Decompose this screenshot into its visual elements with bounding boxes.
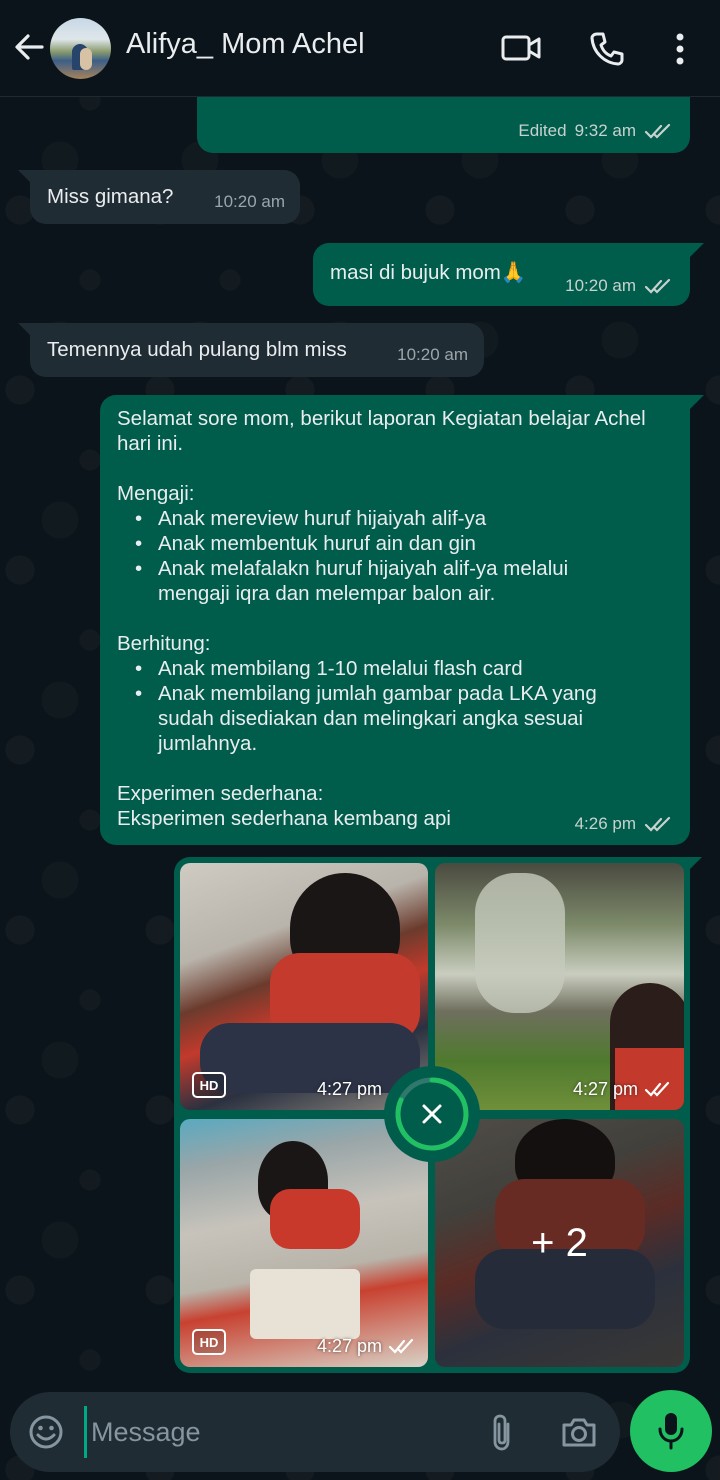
hd-badge: HD <box>192 1072 226 1098</box>
bubble-tail <box>690 395 704 409</box>
message-time: 4:26 pm <box>574 814 636 833</box>
report-section-title: Berhitung: <box>117 632 211 655</box>
report-list: Anak membilang 1-10 melalui flash card A… <box>117 656 657 756</box>
message-meta: 4:26 pm <box>575 811 674 836</box>
photo-time: 4:27 pm <box>316 1336 382 1356</box>
photo-time: 4:27 pm <box>316 1079 382 1099</box>
list-item: Anak melafalakn huruf hijaiyah alif-ya m… <box>135 556 615 606</box>
header-overlay: Alifya_ Mom Achel <box>0 0 720 97</box>
report-intro: Selamat sore mom, berikut laporan Kegiat… <box>117 407 646 455</box>
message-meta: 10:20 am <box>214 189 285 214</box>
message-time: 10:20 am <box>214 192 285 211</box>
message-bubble-incoming[interactable]: Miss gimana? 10:20 am <box>30 170 300 224</box>
message-text: Miss gimana? <box>47 185 174 208</box>
contact-name[interactable]: Alifya_ Mom Achel <box>126 28 365 61</box>
edited-label: Edited <box>518 121 567 140</box>
message-time: 10:20 am <box>397 345 468 364</box>
message-meta: 10:20 am <box>397 342 468 367</box>
hd-badge: HD <box>192 1329 226 1355</box>
message-bubble-incoming[interactable]: Temennya udah pulang blm miss 10:20 am <box>30 323 484 377</box>
camera-icon[interactable] <box>560 1414 598 1450</box>
cancel-upload-button[interactable] <box>384 1066 480 1162</box>
list-item: Anak membilang 1-10 melalui flash card <box>135 656 657 681</box>
list-item: Anak membentuk huruf ain dan gin <box>135 531 657 556</box>
double-check-icon <box>644 816 671 832</box>
photo-subject <box>200 1023 420 1093</box>
close-icon <box>422 1104 442 1124</box>
message-text: masi di bujuk mom🙏 <box>330 261 527 284</box>
double-check-icon <box>644 1081 670 1097</box>
photo-subject <box>475 873 565 1013</box>
more-options-icon[interactable] <box>668 30 692 68</box>
message-bubble-outgoing[interactable]: masi di bujuk mom🙏 10:20 am <box>313 243 690 306</box>
back-arrow-icon[interactable] <box>12 30 46 64</box>
message-time: 10:20 am <box>565 276 636 295</box>
double-check-icon <box>388 1338 414 1354</box>
report-section-title: Mengaji: <box>117 482 195 505</box>
photo-subject <box>250 1269 360 1339</box>
message-input[interactable] <box>84 1406 464 1458</box>
message-time: 9:32 am <box>574 121 636 140</box>
bubble-tail <box>690 243 704 257</box>
mic-icon <box>658 1413 684 1450</box>
photo-time: 4:27 pm <box>572 1079 638 1099</box>
message-bubble-outgoing[interactable]: Selamat sore mom, berikut laporan Kegiat… <box>100 395 690 845</box>
message-meta: 10:20 am <box>565 273 674 298</box>
avatar-figure <box>80 48 92 70</box>
voice-record-button[interactable] <box>630 1390 712 1472</box>
contact-avatar[interactable] <box>50 18 111 79</box>
report-text: Selamat sore mom, berikut laporan Kegiat… <box>117 406 657 831</box>
message-meta: Edited 9:32 am <box>518 118 674 143</box>
attach-icon[interactable] <box>488 1412 516 1452</box>
message-composer <box>10 1392 620 1472</box>
list-item: Anak membilang jumlah gambar pada LKA ya… <box>135 681 635 756</box>
photo-subject <box>270 1189 360 1249</box>
message-text: Temennya udah pulang blm miss <box>47 338 347 361</box>
report-section-title: Experimen sederhana: <box>117 782 324 805</box>
phone-call-icon[interactable] <box>588 30 626 68</box>
video-call-icon[interactable] <box>500 30 542 66</box>
emoji-icon[interactable] <box>28 1414 64 1450</box>
bubble-tail <box>688 857 702 871</box>
report-list: Anak mereview huruf hijaiyah alif-ya Ana… <box>117 506 657 606</box>
double-check-icon <box>644 123 671 139</box>
list-item: Anak mereview huruf hijaiyah alif-ya <box>135 506 657 531</box>
double-check-icon <box>644 278 671 294</box>
